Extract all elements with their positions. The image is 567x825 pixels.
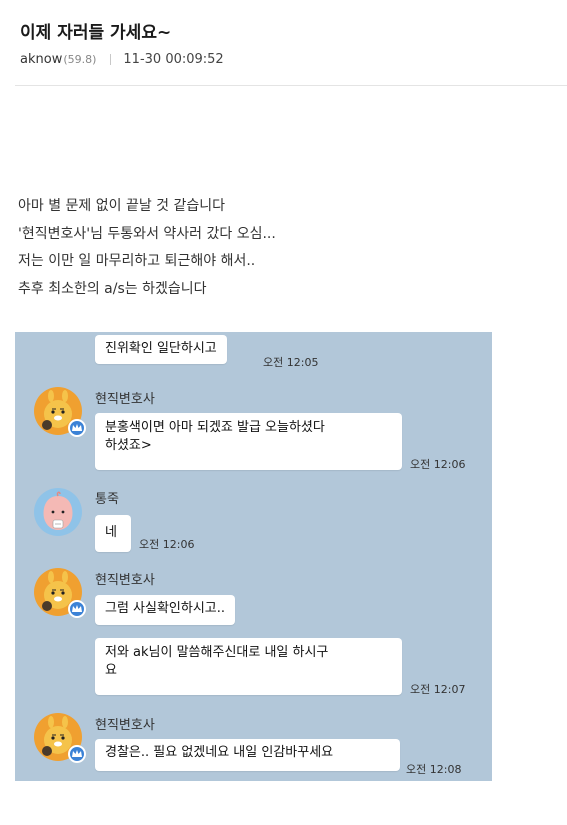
author-level: (59.8) [63, 53, 97, 66]
apeach-icon [34, 488, 82, 536]
ryan-lion-icon [34, 713, 86, 763]
body-line: 저는 이만 일 마무리하고 퇴근해야 해서.. [18, 253, 256, 269]
message-text: 네 [105, 525, 117, 540]
chat-bubble: 저와 ak님이 말씀해주신대로 내일 하시구 요 [95, 638, 402, 695]
message-time: 오전 12:06 [139, 538, 195, 551]
post-body: 아마 별 문제 없이 끝날 것 같습니다 '현직변호사'님 두통와서 약사러 갔… [18, 193, 276, 303]
ryan-lion-icon [34, 387, 86, 437]
ryan-lion-icon [34, 568, 86, 618]
sender-name: 현직변호사 [95, 392, 155, 407]
body-line: 추후 최소한의 a/s는 하겠습니다 [18, 280, 207, 297]
post-meta: aknow (59.8) 11-30 00:09:52 [20, 52, 224, 67]
sender-name: 통죽 [95, 492, 119, 507]
message-text-line: 저와 ak님이 말씀해주신대로 내일 하시구 [105, 645, 329, 660]
message-text-line: 하셨죠> [105, 438, 152, 453]
message-time: 오전 12:05 [263, 356, 319, 369]
chat-bubble: 분홍색이면 아마 되겠죠 발급 오늘하셨다 하셨죠> [95, 413, 402, 470]
chat-screenshot: 진위확인 일단하시고 오전 12:05 현직변호사 분홍색이면 아마 되겠죠 발… [15, 332, 492, 781]
message-text: 진위확인 일단하시고 [105, 341, 217, 356]
chat-bubble: 진위확인 일단하시고 [95, 335, 227, 364]
chat-bubble: 경찰은.. 필요 없겠네요 내일 인감바꾸세요 [95, 739, 400, 771]
body-line: '현직변호사'님 두통와서 약사러 갔다 오심... [18, 225, 276, 242]
header-divider [15, 85, 567, 86]
message-text: 그럼 사실확인하시고.. [105, 601, 226, 616]
post-header: 이제 자러들 가세요~ aknow (59.8) 11-30 00:09:52 [0, 0, 567, 86]
message-text-line: 요 [105, 663, 117, 678]
message-time: 오전 12:07 [410, 683, 466, 696]
chat-bubble: 그럼 사실확인하시고.. [95, 595, 236, 625]
message-text: 경찰은.. 필요 없겠네요 내일 인감바꾸세요 [105, 745, 334, 760]
message-text-line: 분홍색이면 아마 되겠죠 발급 오늘하셨다 [105, 420, 325, 435]
sender-name: 현직변호사 [95, 718, 155, 733]
body-line: 아마 별 문제 없이 끝날 것 같습니다 [18, 198, 226, 214]
message-time: 오전 12:08 [406, 763, 462, 776]
author-name[interactable]: aknow [20, 52, 62, 67]
post-date: 11-30 00:09:52 [123, 52, 224, 67]
meta-divider [110, 54, 112, 65]
crown-badge-icon [68, 419, 86, 437]
chat-bubble: 네 [95, 515, 131, 552]
crown-badge-icon [68, 745, 86, 763]
sender-name: 현직변호사 [95, 573, 155, 588]
crown-badge-icon [68, 600, 86, 618]
post-title: 이제 자러들 가세요~ [20, 23, 172, 43]
message-time: 오전 12:06 [410, 458, 466, 471]
